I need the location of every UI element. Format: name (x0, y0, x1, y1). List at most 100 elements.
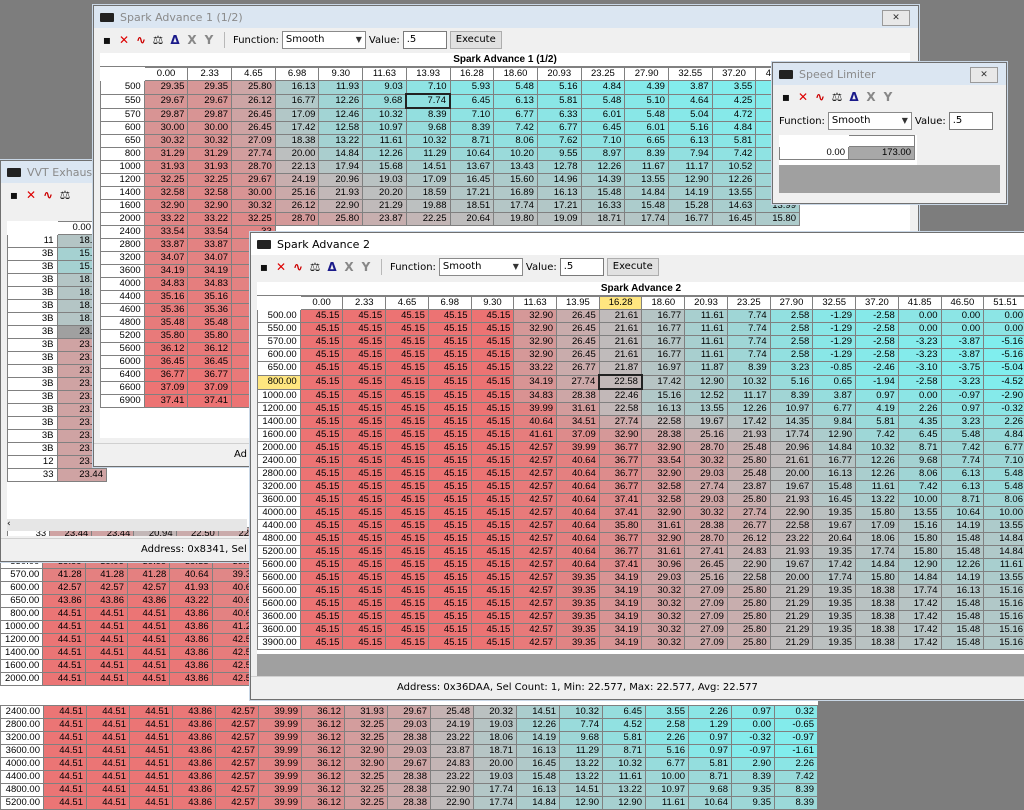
table-cell[interactable]: 21.29 (769, 623, 814, 637)
table-cell[interactable]: 45.15 (470, 506, 515, 520)
table-cell[interactable]: 45.15 (470, 454, 515, 468)
table-cell[interactable]: 16.45 (812, 493, 857, 507)
table-cell[interactable]: 10.00 (645, 770, 689, 784)
value-input[interactable]: .5 (402, 31, 447, 49)
table-cell[interactable]: 41.2 (211, 620, 256, 634)
table-cell[interactable]: 9.68 (559, 731, 603, 745)
table-cell[interactable]: 0.00 (731, 718, 775, 732)
table-cell[interactable]: 45.15 (470, 493, 515, 507)
table-cell[interactable]: 13.22 (559, 757, 603, 771)
sa1-titlebar[interactable]: Spark Advance 1 (1/2) ✕ (94, 6, 918, 28)
table-cell[interactable]: 16.45 (449, 173, 495, 187)
table-cell[interactable]: 45.15 (470, 388, 515, 403)
table-cell[interactable]: 45.15 (385, 348, 429, 362)
table-cell[interactable]: 26.12 (726, 532, 771, 546)
table-cell[interactable]: 36.12 (301, 718, 345, 732)
table-cell[interactable]: 45.15 (470, 467, 515, 481)
table-cell[interactable]: 2.26 (897, 402, 942, 416)
table-cell[interactable]: 10.64 (688, 796, 732, 810)
table-cell[interactable]: 22.90 (318, 199, 364, 213)
table-cell[interactable]: 45.15 (470, 558, 515, 572)
table-cell[interactable]: 44.51 (86, 796, 130, 810)
table-cell[interactable]: 43.86 (172, 744, 216, 758)
table-cell[interactable]: 45.15 (385, 506, 429, 520)
table-cell[interactable]: 45.15 (427, 571, 472, 585)
table-cell[interactable]: 28.38 (387, 783, 431, 797)
table-cell[interactable]: 19.03 (473, 718, 517, 732)
table-cell[interactable]: 31.93 (187, 160, 233, 174)
table-cell[interactable]: 6.13 (940, 467, 985, 481)
table-cell[interactable]: 45.15 (470, 415, 515, 429)
table-cell[interactable]: 16.13 (641, 402, 686, 416)
table-cell[interactable]: -0.85 (812, 361, 857, 376)
table-cell[interactable]: 10.20 (493, 147, 538, 161)
table-cell[interactable]: 9.35 (731, 796, 775, 810)
table-cell[interactable]: 26.45 (231, 107, 276, 122)
table-cell[interactable]: 20.00 (769, 467, 814, 481)
table-cell[interactable]: 31.61 (641, 545, 686, 559)
table-cell[interactable]: 45.15 (427, 402, 472, 416)
table-cell[interactable]: 43.86 (172, 731, 216, 745)
table-cell[interactable]: 12.90 (559, 796, 603, 810)
table-cell[interactable]: 44.51 (129, 796, 173, 810)
table-cell[interactable]: 44.51 (129, 770, 173, 784)
table-cell[interactable]: 22.13 (274, 160, 320, 174)
table-cell[interactable]: 32.90 (641, 506, 686, 520)
table-cell[interactable]: 27.09 (684, 610, 728, 624)
table-cell[interactable]: 16.13 (516, 783, 560, 797)
table-cell[interactable]: 32.25 (187, 173, 233, 187)
table-cell[interactable]: 15.16 (983, 636, 1024, 650)
table-cell[interactable]: 45.15 (299, 480, 344, 494)
table-cell[interactable]: 42.57 (513, 571, 558, 585)
table-cell[interactable]: 3.23 (769, 361, 814, 376)
table-cell[interactable]: 44.51 (126, 672, 171, 686)
table-cell[interactable]: 22.58 (641, 415, 686, 429)
table-cell[interactable]: 27.09 (684, 623, 728, 637)
table-cell[interactable]: 0.00 (940, 309, 985, 323)
table-cell[interactable]: 44.51 (129, 757, 173, 771)
table-cell[interactable]: -1.29 (812, 348, 857, 362)
table-cell[interactable]: 18.06 (855, 532, 899, 546)
table-cell[interactable]: 42.57 (513, 584, 558, 598)
table-cell[interactable]: 17.09 (274, 107, 320, 122)
table-cell[interactable]: 19.35 (812, 545, 857, 559)
table-cell[interactable]: 44.51 (84, 672, 128, 686)
table-cell[interactable]: 45.15 (299, 623, 344, 637)
scale-icon[interactable]: ⚖ (151, 33, 165, 47)
table-cell[interactable]: 40.6 (211, 594, 256, 608)
table-cell[interactable]: 27.74 (684, 480, 728, 494)
table-cell[interactable]: 30.00 (187, 121, 233, 135)
table-cell[interactable]: 43.86 (169, 672, 213, 686)
table-cell[interactable]: 16.13 (274, 80, 320, 95)
table-cell[interactable]: 45.15 (299, 402, 344, 416)
table-cell[interactable]: 12.26 (855, 467, 899, 481)
table-cell[interactable]: 21.61 (769, 454, 814, 468)
table-cell[interactable]: 23.22 (769, 532, 814, 546)
table-cell[interactable]: 19.03 (362, 173, 407, 187)
table-cell[interactable]: 27.74 (726, 506, 771, 520)
table-cell[interactable]: 13.43 (493, 160, 538, 174)
table-cell[interactable]: 39.35 (556, 571, 600, 585)
table-cell[interactable]: 14.19 (667, 186, 713, 200)
table-cell[interactable]: 40.64 (556, 467, 600, 481)
table-cell[interactable]: 4.84 (983, 428, 1024, 442)
table-cell[interactable]: 10.64 (449, 147, 495, 161)
table-cell[interactable]: 11.61 (362, 134, 407, 148)
table-cell[interactable]: 15.48 (516, 770, 560, 784)
table-cell[interactable]: 0.97 (688, 731, 732, 745)
table-cell[interactable]: 45.15 (342, 361, 387, 376)
table-cell[interactable]: 17.42 (897, 610, 942, 624)
table-cell[interactable]: 41.61 (513, 428, 558, 442)
table-cell[interactable]: 43.86 (126, 594, 171, 608)
table-cell[interactable]: 42.57 (513, 454, 558, 468)
table-cell[interactable]: 8.71 (940, 493, 985, 507)
table-cell[interactable]: 17.42 (641, 374, 686, 390)
table-cell[interactable]: 5.48 (983, 480, 1024, 494)
table-cell[interactable]: 45.15 (470, 428, 515, 442)
table-cell[interactable]: 27.09 (684, 597, 728, 611)
table-cell[interactable]: 30.32 (143, 134, 189, 148)
table-cell[interactable]: -0.32 (983, 402, 1024, 416)
cross-tool-icon[interactable]: X (864, 90, 878, 104)
table-cell[interactable]: 21.93 (769, 493, 814, 507)
table-cell[interactable]: 24.19 (430, 718, 474, 732)
